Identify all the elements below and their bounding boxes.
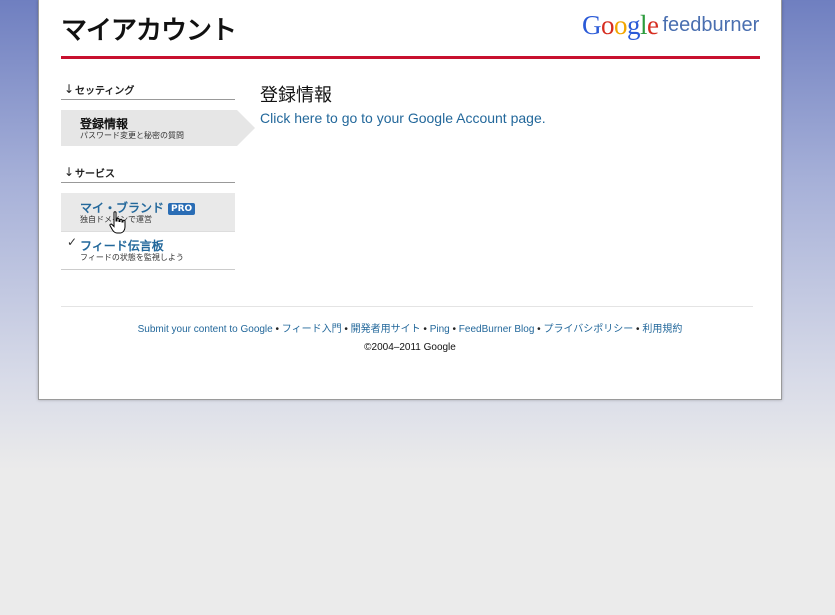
footer-separator: •	[420, 324, 430, 335]
page-title: マイアカウント	[61, 16, 237, 46]
sidebar-item-my-brand[interactable]: マイ・ブランドPRO 独自ドメインで運営	[61, 193, 235, 232]
logo-letter: o	[601, 10, 615, 40]
down-arrow-icon: ↓	[64, 165, 75, 179]
google-account-link[interactable]: Click here to go to your Google Account …	[260, 110, 546, 126]
footer-link-blog[interactable]: FeedBurner Blog	[459, 324, 535, 335]
copyright: ©2004–2011 Google	[364, 342, 456, 353]
logo-letter: o	[614, 10, 628, 40]
sidebar-item-subtitle: フィードの状態を監視しよう	[80, 253, 184, 262]
logo-product: feedburner	[662, 14, 760, 36]
footer-link-submit-content[interactable]: Submit your content to Google	[138, 324, 273, 335]
logo-letter: l	[640, 10, 648, 40]
pro-badge: PRO	[168, 203, 196, 215]
google-feedburner-logo[interactable]: Google feedburner	[582, 10, 759, 41]
logo-letter: g	[627, 10, 641, 40]
logo-letter: G	[582, 10, 602, 40]
footer-link-feed-intro[interactable]: フィード入門	[282, 324, 342, 335]
footer-separator: •	[633, 324, 643, 335]
settings-header-label: セッティング	[75, 86, 135, 97]
footer-link-terms[interactable]: 利用規約	[642, 324, 682, 335]
content-heading: 登録情報	[260, 85, 332, 106]
services-header-label: サービス	[75, 169, 115, 180]
settings-section-header: ↓ セッティング	[61, 79, 235, 100]
footer-separator: •	[341, 324, 351, 335]
sidebar-item-registration[interactable]: 登録情報 パスワード変更と秘密の質問	[61, 110, 255, 146]
header-divider	[61, 56, 760, 59]
footer-separator: •	[449, 324, 459, 335]
sidebar-item-subtitle: パスワード変更と秘密の質問	[80, 131, 184, 140]
hand-cursor-icon	[109, 211, 126, 234]
footer-link-developers[interactable]: 開発者用サイト	[351, 324, 421, 335]
checkmark-icon: ✓	[67, 235, 78, 249]
footer-links: Submit your content to Google • フィード入門 •…	[39, 320, 781, 335]
footer-link-ping[interactable]: Ping	[430, 324, 450, 335]
down-arrow-icon: ↓	[64, 82, 75, 96]
sidebar-item-feed-board[interactable]: ✓ フィード伝言板 フィードの状態を監視しよう	[61, 233, 235, 270]
services-section-header: ↓ サービス	[61, 162, 235, 183]
footer-separator: •	[272, 324, 282, 335]
footer-link-privacy[interactable]: プライバシポリシー	[543, 324, 633, 335]
footer-divider	[61, 306, 753, 307]
main-panel: マイアカウント Google feedburner ↓ セッティング 登録情報 パ…	[38, 0, 782, 400]
logo-letter: e	[647, 10, 659, 40]
